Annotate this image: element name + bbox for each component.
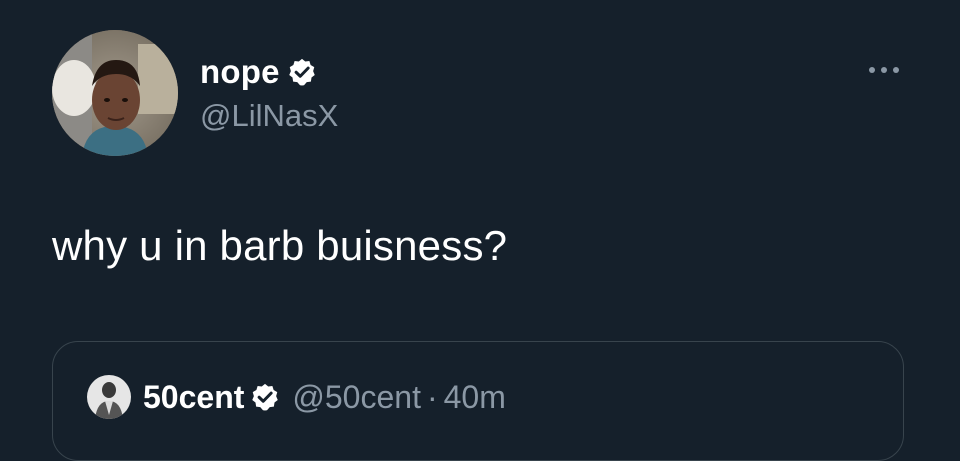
tweet: nope @LilNasX why u in barb buisness? 50… xyxy=(0,0,960,461)
quoted-author-handle[interactable]: @50cent xyxy=(292,379,421,416)
quoted-author-display-name[interactable]: 50cent xyxy=(143,379,244,416)
author-display-name[interactable]: nope xyxy=(200,53,280,91)
quoted-author-avatar[interactable] xyxy=(87,375,131,419)
quoted-tweet-card[interactable]: 50cent @50cent · 40m xyxy=(52,341,904,461)
tweet-text: why u in barb buisness? xyxy=(52,222,508,269)
author-handle[interactable]: @LilNasX xyxy=(200,98,338,134)
verified-badge-icon xyxy=(252,383,279,411)
author-name-row: nope xyxy=(200,52,317,92)
separator-dot: · xyxy=(426,378,438,415)
more-options-icon[interactable] xyxy=(864,60,904,80)
quoted-tweet-timestamp[interactable]: 40m xyxy=(444,379,506,416)
quoted-tweet-header: 50cent @50cent · 40m xyxy=(87,374,506,420)
verified-badge-icon xyxy=(288,58,315,86)
author-avatar[interactable] xyxy=(52,30,178,156)
